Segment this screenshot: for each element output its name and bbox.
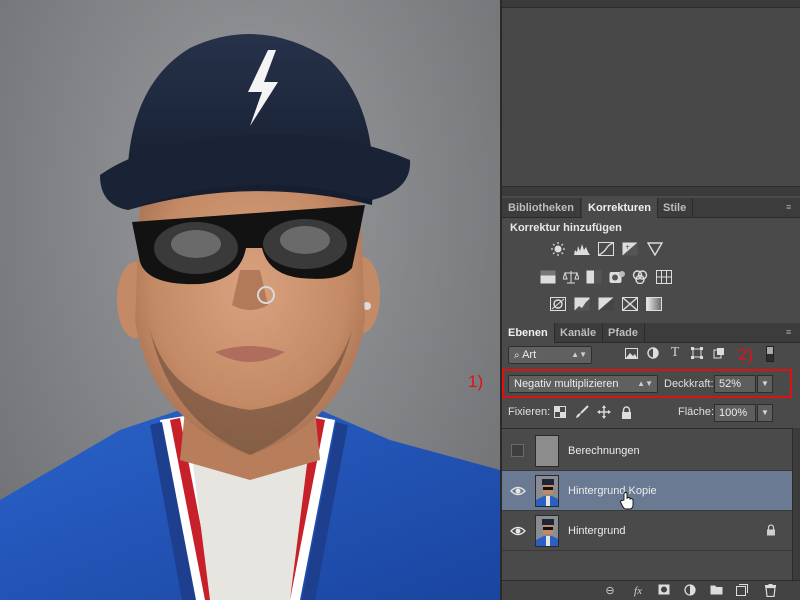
korrekturen-tabbar: Bibliotheken Korrekturen Stile ≡: [502, 198, 800, 218]
search-icon: ⌕: [514, 350, 520, 361]
link-layers-icon[interactable]: ⊖: [602, 584, 618, 598]
curves-icon[interactable]: [598, 242, 614, 256]
tab-kanaele[interactable]: Kanäle: [554, 323, 604, 343]
exposure-icon[interactable]: +: [622, 242, 638, 256]
lock-position-move-icon[interactable]: [597, 405, 611, 419]
eye-icon[interactable]: [510, 523, 526, 539]
layer-thumbnail: [535, 515, 559, 547]
layer-name[interactable]: Hintergrund Kopie: [568, 471, 657, 511]
right-panel-dock: Bibliotheken Korrekturen Stile ≡ Korrekt…: [500, 0, 800, 600]
color-balance-icon[interactable]: [563, 270, 579, 284]
panel-top-strip: [502, 0, 800, 8]
bw-icon[interactable]: [586, 270, 602, 284]
photo-filter-icon[interactable]: [609, 270, 625, 284]
layer-thumbnail: [535, 475, 559, 507]
filter-toggle-switch[interactable]: [766, 346, 774, 362]
gradient-triangle-icon[interactable]: [647, 242, 663, 256]
tab-korrekturen[interactable]: Korrekturen: [582, 198, 658, 218]
layers-list: Berechnungen Hintergrund Kopie Hintergru…: [502, 428, 792, 580]
tab-pfade[interactable]: Pfade: [602, 323, 645, 343]
adjustment-filter-icon[interactable]: [646, 346, 660, 360]
smart-object-filter-icon[interactable]: [712, 346, 726, 360]
pixel-filter-icon[interactable]: [624, 346, 638, 360]
fill-slider-button[interactable]: ▼: [757, 404, 773, 422]
layer-hintergrund-kopie[interactable]: Hintergrund Kopie: [502, 471, 792, 511]
shape-filter-icon[interactable]: [690, 346, 704, 360]
tab-ebenen[interactable]: Ebenen: [502, 323, 555, 343]
channel-mixer-icon[interactable]: [632, 270, 648, 284]
panel-separator: [502, 186, 800, 196]
new-adjustment-layer-icon[interactable]: [682, 584, 698, 598]
fill-input[interactable]: 100%: [714, 404, 756, 422]
visibility-toggle-off[interactable]: [511, 444, 524, 457]
levels-icon[interactable]: [574, 242, 590, 256]
korrektur-hinzufuegen-title: Korrektur hinzufügen: [510, 222, 622, 234]
selective-color-icon[interactable]: [622, 297, 638, 311]
fx-icon[interactable]: fx: [630, 584, 646, 598]
layer-name[interactable]: Hintergrund: [568, 511, 625, 551]
hand-cursor-icon: [620, 492, 634, 510]
gradient-map-icon[interactable]: [646, 297, 662, 311]
panel-menu-icon[interactable]: ≡: [786, 327, 796, 337]
eye-icon[interactable]: [510, 483, 526, 499]
layers-bottom-toolbar: ⊖ fx: [502, 580, 800, 600]
filter-kind-label: Art: [522, 349, 537, 361]
layer-thumbnail: [535, 435, 559, 467]
layer-berechnungen[interactable]: Berechnungen: [502, 431, 792, 471]
annotation-label-1: 1): [468, 372, 484, 391]
add-mask-icon[interactable]: [656, 584, 672, 598]
lock-transparent-icon[interactable]: [553, 405, 567, 419]
layer-name[interactable]: Berechnungen: [568, 431, 640, 471]
new-layer-icon[interactable]: [734, 584, 750, 598]
new-group-folder-icon[interactable]: [708, 584, 724, 598]
annotation-label-2: 2): [738, 345, 754, 364]
svg-text:+: +: [625, 244, 630, 251]
ebenen-tabbar: Ebenen Kanäle Pfade ≡: [502, 323, 800, 343]
layer-filter-select[interactable]: ⌕ Art ▲▼: [508, 346, 592, 364]
annotation-highlight-box: [502, 369, 792, 398]
lock-icon: [767, 524, 775, 536]
trash-icon[interactable]: [762, 584, 778, 598]
portrait-photo: [0, 34, 500, 600]
posterize-icon[interactable]: [574, 297, 590, 311]
tab-stile[interactable]: Stile: [657, 198, 694, 218]
brightness-icon[interactable]: [550, 242, 566, 256]
vibrance-icon[interactable]: [540, 270, 556, 284]
layers-scrollbar[interactable]: [792, 428, 800, 580]
fill-label: Fläche:: [678, 406, 715, 418]
empty-panel-area: [502, 0, 800, 196]
lock-label: Fixieren:: [508, 406, 551, 418]
select-arrow-icon: ▲▼: [571, 350, 587, 359]
invert-icon[interactable]: [550, 297, 566, 311]
tab-bibliotheken[interactable]: Bibliotheken: [502, 198, 582, 218]
type-filter-icon[interactable]: T: [668, 345, 682, 360]
panel-menu-icon[interactable]: ≡: [786, 202, 796, 212]
layer-hintergrund[interactable]: Hintergrund: [502, 511, 792, 551]
color-lookup-icon[interactable]: [656, 270, 672, 284]
document-canvas[interactable]: [0, 0, 500, 600]
lock-pixels-brush-icon[interactable]: [575, 405, 589, 419]
threshold-icon[interactable]: [598, 297, 614, 311]
lock-all-icon[interactable]: [619, 405, 633, 419]
